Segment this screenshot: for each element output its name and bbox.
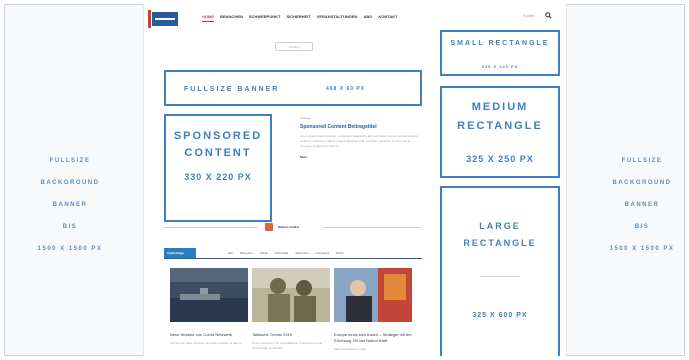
read-more-link[interactable]: Mehr <box>300 155 420 159</box>
ad-title: Sponsored Content <box>173 130 263 159</box>
website-mockup: Home Branchen Schwerpunkt Sicherheit Ver… <box>143 4 567 356</box>
ad-size: 325 x 125 px <box>481 64 519 69</box>
main-nav: Home Branchen Schwerpunkt Sicherheit Ver… <box>202 14 398 22</box>
ad-sponsored-content[interactable]: Sponsored Content 330 x 220 px <box>164 114 272 222</box>
article-kicker: Anzeige <box>300 116 311 120</box>
ad-medium-rectangle[interactable]: Medium Rectangle 325 x 250 px <box>440 86 560 178</box>
ad-title: Large Rectangle <box>463 221 537 248</box>
article-card[interactable]: Europa muss sich rüsten – Strategie mit … <box>334 268 412 352</box>
tab-alle[interactable]: Alle <box>228 251 233 255</box>
ad-large-rectangle[interactable]: Large Rectangle 325 x 600 px <box>440 186 560 356</box>
bg-line: Fullsize <box>49 158 91 164</box>
article-card[interactable]: Neue Struktur von Cobra Netzwerk Nisi te… <box>170 268 248 346</box>
ad-size: 325 x 250 px <box>466 154 534 164</box>
bg-line: Background <box>612 180 672 186</box>
article-text: Lorem ipsum dolor sit amet, consetetur s… <box>300 134 418 148</box>
ad-size: 330 x 220 px <box>184 172 252 182</box>
tab-politik[interactable]: Politik <box>260 251 268 255</box>
card-title: Taktische Trends 2019 <box>252 332 293 337</box>
bg-line: bis <box>62 224 78 230</box>
section-divider-left <box>164 227 258 228</box>
card-title: Europa muss sich rüsten – Strategie mit … <box>334 332 412 343</box>
section-title: Weitere Artikel <box>278 225 299 229</box>
logo-box <box>152 12 178 26</box>
bg-line: 1500 x 1500 px <box>37 246 103 252</box>
tab-interviews[interactable]: Interviews <box>316 251 330 255</box>
rss-icon <box>265 223 273 231</box>
nav-item-branchen[interactable]: Branchen <box>220 14 243 22</box>
tab-top-articles[interactable]: Topbeiträge <box>164 248 196 258</box>
search-input[interactable]: Suche <box>523 13 541 19</box>
bg-line: 1500 x 1500 px <box>609 246 675 252</box>
nav-item-veranstaltungen[interactable]: Veranstaltungen <box>317 14 358 22</box>
ad-size: 325 x 600 px <box>472 312 528 319</box>
nav-item-home[interactable]: Home <box>202 14 214 22</box>
bg-line: Banner <box>52 202 88 208</box>
article-image-soldiers <box>252 268 330 322</box>
nav-item-schwerpunkt[interactable]: Schwerpunkt <box>249 14 281 22</box>
search-icon[interactable] <box>545 12 552 19</box>
bg-line: bis <box>634 224 650 230</box>
ad-small-rectangle[interactable]: Small Rectangle 325 x 125 px <box>440 30 560 76</box>
ad-title: Small Rectangle <box>450 40 550 47</box>
tab-news[interactable]: News <box>336 251 344 255</box>
bg-line: Banner <box>624 202 660 208</box>
section-divider-right <box>322 227 422 228</box>
card-title: Neue Struktur von Cobra Netzwerk <box>170 332 233 337</box>
ad-label-pill: Anzeige <box>275 42 313 51</box>
ad-size: 468 x 60 px <box>326 86 366 92</box>
card-text: Neue Ausrüstung für Spezialkräfte, Innov… <box>252 341 323 350</box>
background-banner-label-right: Fullsize Background Banner bis 1500 x 15… <box>582 150 689 260</box>
nav-item-kontakt[interactable]: Kontakt <box>378 14 397 22</box>
card-text: Nisi tempor dolor sit amet, sed diam inv… <box>170 341 243 345</box>
bg-line: Background <box>40 180 100 186</box>
tab-wirtschaft[interactable]: Wirtschaft <box>275 251 288 255</box>
category-tabs: Topbeiträge Alle Branchen Politik Wirtsc… <box>164 248 422 259</box>
ad-title: Medium Rectangle <box>457 101 543 132</box>
nav-item-sicherheit[interactable]: Sicherheit <box>286 14 310 22</box>
ad-title: Fullsize Banner <box>184 86 280 93</box>
bg-line: Fullsize <box>621 158 663 164</box>
logo-bar <box>148 10 151 28</box>
tab-list: Alle Branchen Politik Wirtschaft Sicherh… <box>228 251 344 255</box>
background-banner-label-left: Fullsize Background Banner bis 1500 x 15… <box>10 150 130 260</box>
ad-fullsize-banner[interactable]: Fullsize Banner 468 x 60 px <box>164 70 422 106</box>
article-image-speaker <box>334 268 412 322</box>
article-image-ship <box>170 268 248 322</box>
article-card[interactable]: Taktische Trends 2019 Neue Ausrüstung fü… <box>252 268 330 351</box>
tab-sicherheit[interactable]: Sicherheit <box>295 251 308 255</box>
site-logo[interactable] <box>148 10 180 28</box>
nav-item-abo[interactable]: Abo <box>363 14 372 22</box>
article-title[interactable]: Sponsored Content Beitragstitel <box>300 124 420 130</box>
tab-branchen[interactable]: Branchen <box>240 251 253 255</box>
divider <box>480 276 520 277</box>
card-text: Mehr Investitionen nötig. <box>334 347 367 351</box>
sponsored-article: Anzeige Sponsored Content Beitragstitel … <box>300 116 420 159</box>
